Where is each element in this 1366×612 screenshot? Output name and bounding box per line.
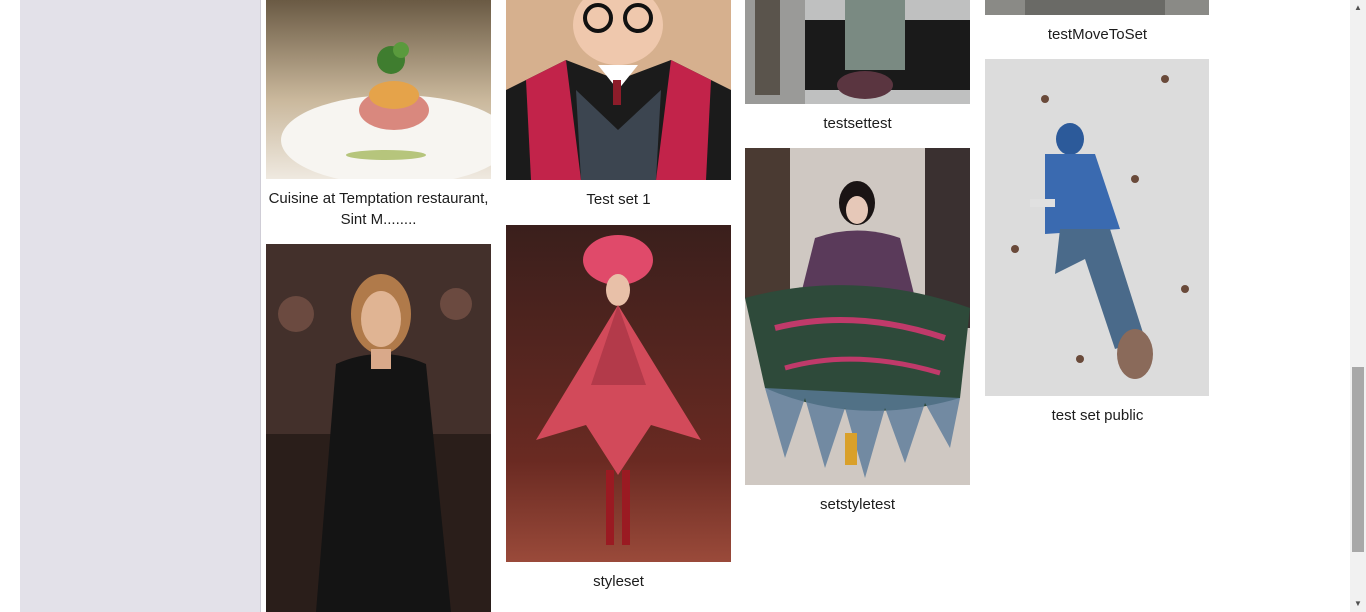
card-caption[interactable]: testMoveToSet bbox=[985, 24, 1210, 45]
runway-red-cape-image[interactable] bbox=[506, 225, 731, 562]
cropped-image[interactable] bbox=[985, 0, 1209, 15]
chevron-down-icon[interactable]: ▼ bbox=[1350, 596, 1366, 612]
card-caption[interactable]: Cuisine at Temptation restaurant, Sint M… bbox=[266, 188, 491, 230]
card-caption[interactable]: test set public bbox=[985, 405, 1210, 426]
wizard-doll-image[interactable] bbox=[506, 0, 731, 180]
scrollbar-thumb[interactable] bbox=[1352, 367, 1364, 552]
gallery-grid: Cuisine at Temptation restaurant, Sint M… bbox=[0, 0, 1350, 612]
card-caption[interactable]: setstyletest bbox=[745, 494, 970, 515]
vertical-scrollbar[interactable]: ▲ ▼ bbox=[1350, 0, 1366, 612]
card-caption[interactable]: styleset bbox=[506, 571, 731, 592]
street-shoppers-image[interactable] bbox=[745, 0, 970, 104]
chevron-up-icon[interactable]: ▲ bbox=[1350, 0, 1366, 16]
plated-dish-image[interactable] bbox=[266, 0, 491, 179]
card-caption[interactable]: testsettest bbox=[745, 113, 970, 134]
runway-fringe-coat-image[interactable] bbox=[745, 148, 970, 485]
woman-black-suit-image[interactable] bbox=[266, 244, 491, 612]
card-caption[interactable]: Test set 1 bbox=[506, 189, 731, 210]
climbing-wall-image[interactable] bbox=[985, 59, 1209, 396]
